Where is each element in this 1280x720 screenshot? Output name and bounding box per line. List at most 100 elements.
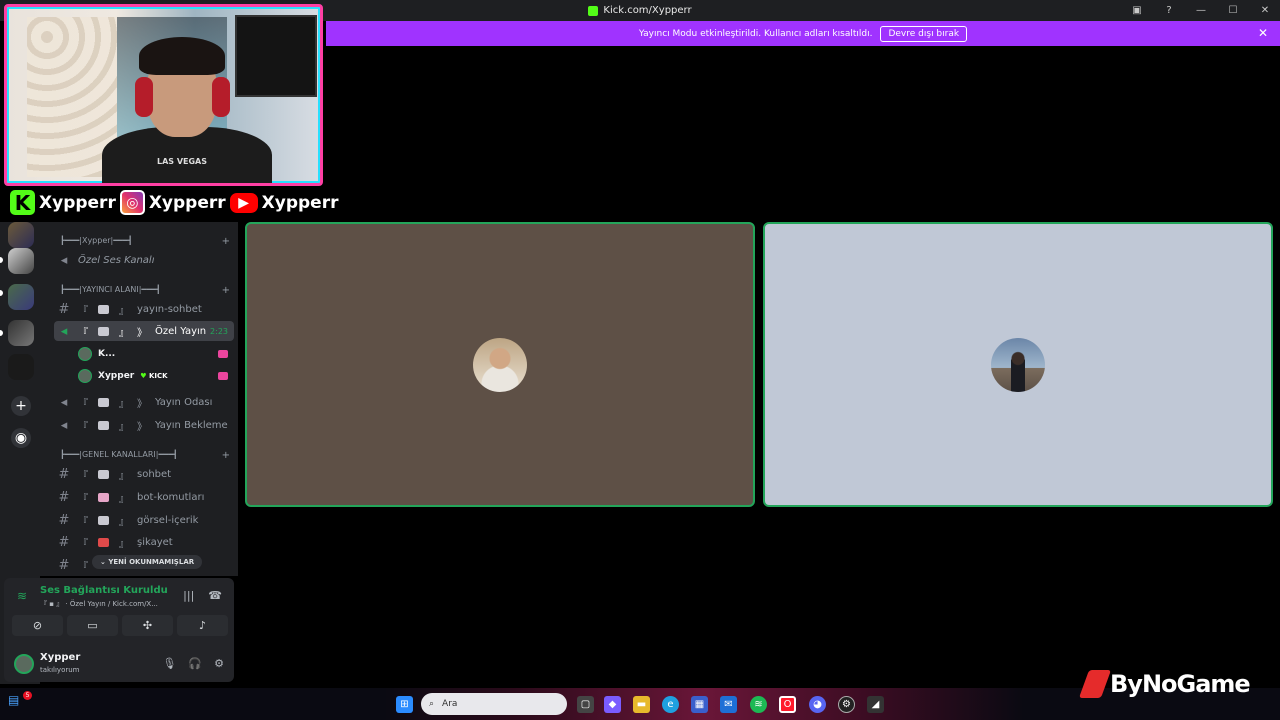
new-unreads-pill[interactable]: ⌄ YENİ OKUNMAMIŞLAR — [92, 555, 203, 569]
start-button[interactable]: ⊞ — [396, 696, 413, 713]
help-icon[interactable]: ? — [1162, 5, 1176, 16]
instagram-icon: ◎ — [119, 190, 145, 215]
add-channel-icon[interactable]: + — [222, 450, 230, 461]
voice-buttons: ⊘ ▭ ✣ ♪ — [12, 615, 228, 636]
category-xypper[interactable]: ┣━━━|Xypper|━━━┫ + — [60, 236, 230, 247]
unread-pip — [0, 257, 3, 263]
text-channel-chat[interactable]: # 『 』 sohbet — [58, 464, 234, 484]
hash-icon: # — [58, 534, 70, 550]
screen-share-button[interactable]: ▭ — [67, 615, 118, 636]
channel-label: yayın-sohbet — [137, 303, 202, 315]
webcam-overlay: LAS VEGAS — [4, 4, 323, 186]
file-explorer-icon[interactable]: ▬ — [633, 696, 650, 713]
voice-connection-panel: ≋ Ses Bağlantısı Kuruldu 『 ▪ 』 · Özel Ya… — [4, 578, 234, 682]
live-icon — [218, 350, 228, 358]
unread-pip — [0, 330, 3, 336]
voice-channel-path[interactable]: 『 ▪ 』 · Özel Yayın / Kick.com/X... — [40, 599, 158, 609]
add-channel-icon[interactable]: + — [222, 285, 230, 296]
bracket-close-alt: 》 — [137, 421, 147, 433]
user-tools: 🎙 🎧 ⚙ — [162, 657, 224, 670]
avatar[interactable] — [14, 654, 34, 674]
participant-avatar — [473, 337, 527, 392]
server-icon[interactable] — [8, 248, 34, 274]
copilot-icon[interactable]: ◆ — [604, 696, 621, 713]
close-window-button[interactable]: ✕ — [1258, 5, 1272, 16]
server-icon[interactable] — [8, 222, 34, 248]
signal-icon: ≋ — [17, 589, 28, 603]
server-icon[interactable] — [8, 284, 34, 310]
bracket-open: 『 — [78, 538, 88, 550]
channel-label: Özel Ses Kanalı — [78, 254, 155, 266]
voice-user[interactable]: Xypper ♥ KICK — [78, 369, 228, 383]
voice-channel-private-stream[interactable]: ◂ 『 』》 Özel Yayın 2:23 — [54, 321, 234, 341]
text-channel-stream-chat[interactable]: # 『 』 yayın-sohbet — [58, 299, 234, 319]
task-view-icon[interactable]: ▢ — [577, 696, 594, 713]
widgets-button[interactable]: ▤ 5 — [8, 691, 32, 715]
social-handle: Xypperr — [148, 192, 226, 213]
bracket-close: 』 — [119, 421, 129, 433]
server-icon[interactable] — [8, 354, 34, 380]
discord-icon[interactable]: ◕ — [809, 696, 826, 713]
screen-share-icon[interactable]: ▣ — [1130, 5, 1144, 16]
hash-icon: # — [58, 512, 70, 528]
live-icon — [218, 372, 228, 380]
bracket-open: 『 — [78, 470, 88, 482]
unread-pip — [0, 290, 3, 296]
voice-channel-stream-room[interactable]: ◂ 『 』》 Yayın Odası — [58, 392, 234, 412]
microphone-icon[interactable]: 🎙 — [162, 657, 176, 670]
voice-channel-stream-waiting[interactable]: ◂ 『 』》 Yayın Bekleme — [58, 415, 234, 435]
disable-streamer-mode-button[interactable]: Devre dışı bırak — [880, 25, 968, 42]
user-name[interactable]: Xypper — [40, 652, 80, 663]
text-channel-complaint[interactable]: # 『 』 şikayet — [58, 532, 234, 552]
store-icon[interactable]: ▦ — [691, 696, 708, 713]
discover-icon[interactable]: ◉ — [11, 428, 31, 448]
spotify-icon[interactable]: ≋ — [750, 696, 767, 713]
video-tile-2[interactable] — [763, 222, 1273, 507]
text-channel-visual-content[interactable]: # 『 』 görsel-içerik — [58, 510, 234, 530]
maximize-button[interactable]: ☐ — [1226, 5, 1240, 16]
bracket-close-alt: 》 — [137, 327, 147, 339]
channel-label: Yayın Odası — [155, 396, 213, 408]
server-icon[interactable] — [8, 320, 34, 346]
activities-button[interactable]: ✣ — [122, 615, 173, 636]
voice-status[interactable]: Ses Bağlantısı Kuruldu — [40, 585, 168, 596]
bracket-open: 『 — [78, 305, 88, 317]
camera-off-button[interactable]: ⊘ — [12, 615, 63, 636]
hash-icon: # — [58, 557, 70, 573]
add-server-icon[interactable]: + — [11, 396, 31, 416]
screen: { "window": { "title": "Kick.com/Xypperr… — [0, 0, 1280, 720]
stream-emoji-icon — [98, 420, 109, 430]
noise-suppression-icon[interactable]: ||| — [183, 589, 194, 602]
channel-label: sohbet — [137, 468, 172, 480]
taskbar-search[interactable]: ⌕ Ara — [421, 693, 567, 715]
app-icon[interactable]: ◢ — [867, 696, 884, 713]
settings-gear-icon[interactable]: ⚙ — [214, 657, 224, 670]
opera-icon[interactable]: O — [779, 696, 796, 713]
image-emoji-icon — [98, 515, 109, 525]
avatar — [78, 369, 92, 383]
kick-badge: ♥ KICK — [140, 372, 167, 380]
video-tile-1[interactable] — [245, 222, 755, 507]
voice-actions: ||| ☎ — [183, 589, 222, 602]
minimize-button[interactable]: — — [1194, 5, 1208, 16]
disconnect-icon[interactable]: ☎ — [208, 589, 222, 602]
edge-icon[interactable]: e — [662, 696, 679, 713]
mail-icon[interactable]: ✉ — [720, 696, 737, 713]
text-channel-bot-commands[interactable]: # 『 』 bot-komutları — [58, 487, 234, 507]
voice-user[interactable]: K... — [78, 347, 228, 361]
user-panel: Xypper takılıyorum 🎙 🎧 ⚙ — [12, 650, 228, 678]
category-label: ┣━━━|GENEL KANALLARI|━━━┫ — [60, 450, 178, 459]
channel-label: Yayın Bekleme — [155, 419, 228, 431]
add-channel-icon[interactable]: + — [222, 236, 230, 247]
voice-channel-private[interactable]: ◂ Özel Ses Kanalı — [58, 250, 234, 270]
category-general[interactable]: ┣━━━|GENEL KANALLARI|━━━┫ + — [60, 450, 230, 461]
steam-icon[interactable]: ⚙ — [838, 696, 855, 713]
channel-sidebar: ┣━━━|Xypper|━━━┫ + ◂ Özel Ses Kanalı ┣━━… — [40, 222, 238, 576]
bracket-close: 』 — [119, 538, 129, 550]
headphones-icon[interactable]: 🎧 — [188, 657, 202, 670]
bracket-open: 『 — [78, 327, 88, 339]
banner-close-icon[interactable]: ✕ — [1258, 26, 1268, 40]
bracket-close: 』 — [119, 516, 129, 528]
soundboard-button[interactable]: ♪ — [177, 615, 228, 636]
category-streamer-area[interactable]: ┣━━━|YAYINCI ALANI|━━━┫ + — [60, 285, 230, 296]
